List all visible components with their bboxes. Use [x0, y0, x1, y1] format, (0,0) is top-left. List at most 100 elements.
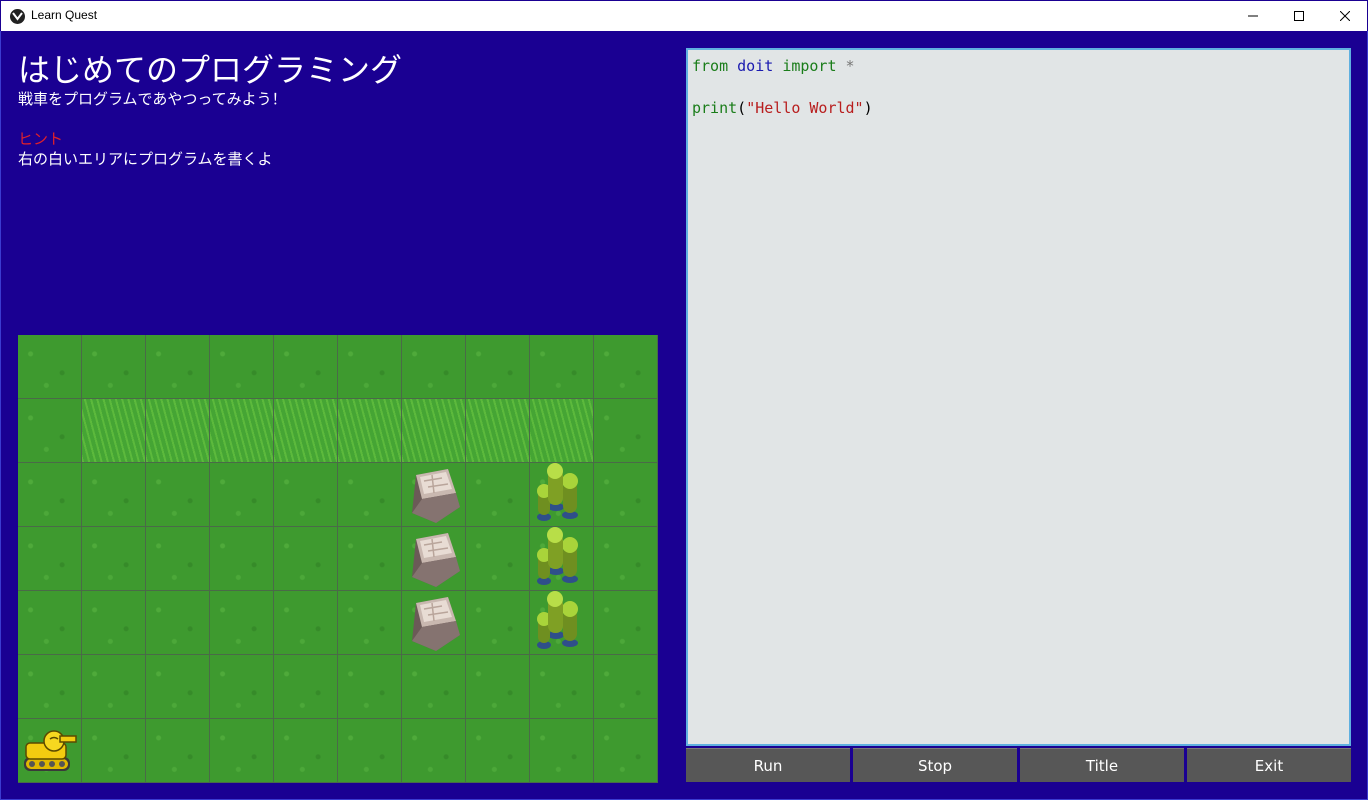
board-cell — [210, 527, 274, 591]
board-cell — [338, 591, 402, 655]
tank-sprite — [18, 719, 82, 783]
board-cell — [594, 655, 658, 719]
board-cell — [594, 719, 658, 783]
code-module: doit — [737, 57, 774, 75]
minimize-button[interactable] — [1230, 1, 1276, 31]
board-cell — [210, 719, 274, 783]
board-cell — [82, 335, 146, 399]
board-cell — [274, 527, 338, 591]
board-cell — [338, 463, 402, 527]
board-cell — [146, 591, 210, 655]
board-cell — [402, 335, 466, 399]
trees-sprite — [530, 591, 594, 655]
board-cell — [466, 335, 530, 399]
stop-button[interactable]: Stop — [853, 748, 1017, 782]
board-cell — [146, 527, 210, 591]
board-cell — [274, 335, 338, 399]
board-cell — [18, 655, 82, 719]
control-buttons: Run Stop Title Exit — [686, 748, 1351, 782]
board-cell — [338, 719, 402, 783]
code-paren-close: ) — [863, 99, 873, 117]
board-cell — [18, 463, 82, 527]
board-cell — [274, 719, 338, 783]
board-cell — [82, 591, 146, 655]
game-board — [18, 335, 658, 783]
board-cell — [146, 719, 210, 783]
app-window: はじめてのプログラミング 戦車をプログラムであやつってみよう！ ヒント 右の白い… — [0, 31, 1368, 800]
board-cell — [146, 335, 210, 399]
board-cell — [466, 591, 530, 655]
board-cell — [466, 719, 530, 783]
board-cell — [82, 655, 146, 719]
board-cell — [18, 335, 82, 399]
close-icon — [1340, 11, 1350, 21]
board-cell — [274, 463, 338, 527]
board-cell — [82, 463, 146, 527]
title-button[interactable]: Title — [1020, 748, 1184, 782]
board-cell — [594, 527, 658, 591]
hint-label: ヒント — [18, 130, 64, 148]
code-print: print — [692, 99, 738, 117]
board-cell — [18, 399, 82, 463]
rock-sprite — [402, 463, 466, 527]
maximize-button[interactable] — [1276, 1, 1322, 31]
board-cell — [82, 527, 146, 591]
code-editor[interactable]: from doit import * print("Hello World") — [686, 48, 1351, 746]
board-cell — [338, 335, 402, 399]
board-cell — [18, 527, 82, 591]
board-cell — [594, 463, 658, 527]
rock-sprite — [402, 527, 466, 591]
code-import: import — [782, 57, 837, 75]
board-cell — [82, 719, 146, 783]
board-cell — [530, 719, 594, 783]
trees-sprite — [530, 527, 594, 591]
code-paren-open: ( — [737, 99, 747, 117]
rock-sprite — [402, 591, 466, 655]
board-cell — [146, 399, 210, 463]
board-cell — [402, 399, 466, 463]
board-cell — [530, 335, 594, 399]
board-cell — [146, 463, 210, 527]
board-cell — [274, 399, 338, 463]
trees-sprite — [530, 463, 594, 527]
title-bar: Learn Quest — [0, 0, 1368, 31]
board-cell — [530, 655, 594, 719]
board-cell — [338, 655, 402, 719]
code-string: "Hello World" — [746, 99, 864, 117]
board-cell — [466, 527, 530, 591]
board-cell — [466, 399, 530, 463]
board-cell — [210, 399, 274, 463]
board-cell — [274, 655, 338, 719]
exit-button[interactable]: Exit — [1187, 748, 1351, 782]
close-button[interactable] — [1322, 1, 1368, 31]
board-cell — [82, 399, 146, 463]
board-cell — [338, 399, 402, 463]
board-cell — [210, 463, 274, 527]
board-cell — [402, 655, 466, 719]
board-cell — [466, 463, 530, 527]
hint-text: 右の白いエリアにプログラムを書くよ — [18, 150, 273, 168]
maximize-icon — [1294, 11, 1304, 21]
code-from: from — [692, 57, 729, 75]
board-cell — [338, 527, 402, 591]
app-icon — [10, 9, 25, 24]
lesson-subtitle: 戦車をプログラムであやつってみよう！ — [18, 90, 287, 108]
board-cell — [530, 399, 594, 463]
board-cell — [210, 655, 274, 719]
minimize-icon — [1248, 15, 1258, 17]
code-star: * — [845, 57, 855, 75]
board-cell — [18, 591, 82, 655]
window-title: Learn Quest — [31, 8, 98, 22]
board-cell — [594, 399, 658, 463]
board-cell — [210, 335, 274, 399]
board-cell — [274, 591, 338, 655]
board-cell — [146, 655, 210, 719]
lesson-title: はじめてのプログラミング — [18, 51, 403, 89]
board-cell — [594, 591, 658, 655]
board-cell — [466, 655, 530, 719]
board-cell — [210, 591, 274, 655]
run-button[interactable]: Run — [686, 748, 850, 782]
code-text[interactable]: from doit import * print("Hello World") — [692, 56, 873, 119]
board-cell — [402, 719, 466, 783]
board-cell — [594, 335, 658, 399]
